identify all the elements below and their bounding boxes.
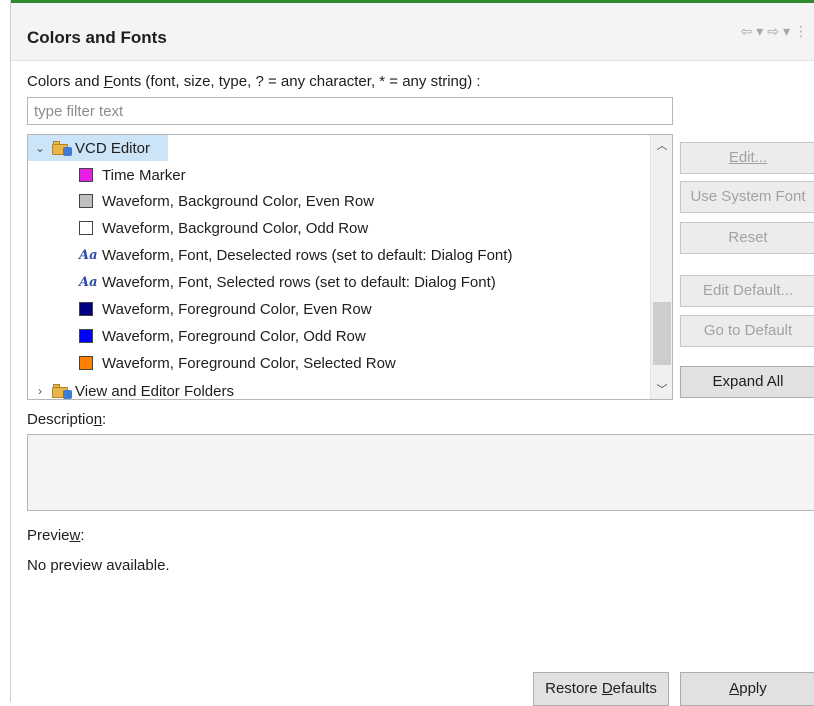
preview-text: No preview available. (27, 557, 170, 574)
tree-item-bg-even[interactable]: Waveform, Background Color, Even Row (79, 188, 374, 214)
tree-item-bg-odd[interactable]: Waveform, Background Color, Odd Row (79, 215, 368, 241)
forward-arrow-icon[interactable]: ⇨ (767, 23, 779, 40)
scroll-up-icon[interactable]: ︿ (651, 137, 672, 153)
expand-all-button[interactable]: Expand All (680, 366, 814, 398)
tree-item-time-marker[interactable]: Time Marker (79, 162, 186, 188)
edit-button[interactable]: Edit... (680, 142, 814, 174)
left-divider (10, 0, 11, 702)
preview-label: Preview: (27, 527, 85, 544)
edit-default-button[interactable]: Edit Default... (680, 275, 814, 307)
tree-node-vcd-editor[interactable]: ⌄ VCD Editor (28, 135, 168, 161)
view-menu-icon[interactable]: ⋮ (794, 23, 808, 40)
folder-icon (52, 384, 72, 399)
tree-node-view-editor-folders[interactable]: › View and Editor Folders (28, 378, 234, 399)
apply-button[interactable]: Apply (680, 672, 814, 706)
font-icon: Aa (79, 247, 98, 263)
color-swatch-icon (79, 356, 93, 370)
color-swatch-icon (79, 194, 93, 208)
description-label: Description: (27, 411, 107, 428)
color-swatch-icon (79, 168, 93, 182)
folder-icon (52, 141, 72, 156)
back-arrow-icon[interactable]: ⇦ (740, 23, 752, 40)
tree-item-font-deselected[interactable]: Aa Waveform, Font, Deselected rows (set … (79, 242, 512, 268)
tree-scrollbar[interactable]: ︿ ﹀ (650, 135, 672, 399)
tree-item-font-selected[interactable]: Aa Waveform, Font, Selected rows (set to… (79, 269, 496, 295)
tree-item-fg-even[interactable]: Waveform, Foreground Color, Even Row (79, 296, 372, 322)
description-box (27, 434, 814, 511)
expand-chevron-icon[interactable]: ⌄ (32, 141, 48, 155)
scroll-thumb[interactable] (653, 302, 671, 365)
page-header: Colors and Fonts ⇦ ▾ ⇨ ▾ ⋮ (11, 3, 814, 61)
use-system-font-button[interactable]: Use System Font (680, 181, 814, 213)
forward-dropdown-icon[interactable]: ▾ (783, 23, 790, 40)
nav-toolbar: ⇦ ▾ ⇨ ▾ ⋮ (740, 23, 808, 40)
collapse-chevron-icon[interactable]: › (32, 384, 48, 398)
filter-label: Colors and Fonts (font, size, type, ? = … (27, 73, 481, 90)
go-to-default-button[interactable]: Go to Default (680, 315, 814, 347)
page-title: Colors and Fonts (27, 28, 167, 47)
back-dropdown-icon[interactable]: ▾ (756, 23, 763, 40)
tree-item-fg-selected[interactable]: Waveform, Foreground Color, Selected Row (79, 350, 396, 376)
colors-fonts-tree[interactable]: ⌄ VCD Editor Time Marker Waveform, Backg… (27, 134, 673, 400)
filter-input[interactable] (27, 97, 673, 125)
restore-defaults-button[interactable]: Restore Defaults (533, 672, 669, 706)
tree-item-fg-odd[interactable]: Waveform, Foreground Color, Odd Row (79, 323, 366, 349)
color-swatch-icon (79, 329, 93, 343)
scroll-down-icon[interactable]: ﹀ (651, 381, 672, 397)
color-swatch-icon (79, 221, 93, 235)
reset-button[interactable]: Reset (680, 222, 814, 254)
font-icon: Aa (79, 274, 98, 290)
color-swatch-icon (79, 302, 93, 316)
